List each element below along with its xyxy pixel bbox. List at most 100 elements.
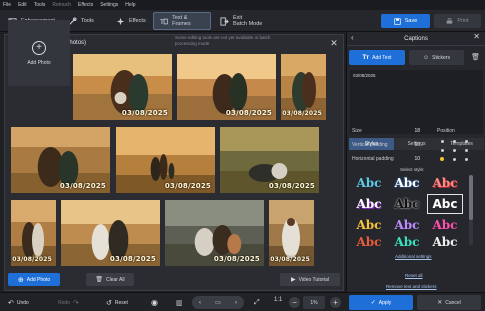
style-option-12[interactable]: Abc bbox=[427, 236, 463, 248]
add-photo-button-label: Add Photo bbox=[26, 276, 51, 283]
folder-icon[interactable]: ▭ bbox=[215, 299, 221, 306]
date-stamp: 03/08/2025 bbox=[121, 109, 168, 117]
photo-thumbnail-3[interactable]: 03/08/2025 bbox=[281, 54, 326, 120]
stickers-button[interactable]: ☺ Stickers bbox=[409, 50, 464, 65]
style-option-7[interactable]: Abc bbox=[351, 215, 387, 235]
size-label: Size bbox=[352, 128, 362, 134]
photo-thumbnail-2[interactable]: 03/08/2025 bbox=[177, 54, 276, 120]
style-option-9[interactable]: Abc bbox=[427, 215, 463, 235]
apply-button[interactable]: ✓ Apply bbox=[349, 295, 413, 310]
date-stamp: 03/08/2025 bbox=[282, 110, 322, 117]
position-center[interactable] bbox=[453, 149, 456, 152]
photo-thumbnail-8[interactable]: 03/08/2025 bbox=[61, 200, 160, 266]
print-button[interactable]: Print bbox=[434, 14, 481, 28]
bottom-bar: ↶ Undo Redo ↷ ↺ Reset ◉ ▥ ‹ ▭ › ⤢ 1:1 − … bbox=[0, 292, 485, 311]
fit-screen-button[interactable]: ⤢ bbox=[254, 296, 260, 309]
exit-batch-button[interactable]: Exit Batch Mode bbox=[214, 12, 268, 30]
undo-button[interactable]: ↶ Undo bbox=[8, 296, 29, 309]
photo-thumbnail-10[interactable]: 03/08/2025 bbox=[269, 200, 314, 266]
position-middle-right[interactable] bbox=[465, 149, 468, 152]
reset-button[interactable]: ↺ Reset bbox=[106, 296, 128, 309]
photo-thumbnail-7[interactable]: 03/08/2025 bbox=[11, 200, 56, 266]
photo-thumbnail-5[interactable]: 03/08/2025 bbox=[116, 127, 215, 193]
style-scrollbar[interactable] bbox=[469, 175, 473, 245]
position-middle-left[interactable] bbox=[441, 149, 444, 152]
vertical-padding-value[interactable]: 10 bbox=[406, 142, 420, 148]
add-photo-tile[interactable]: + Add Photo bbox=[8, 20, 70, 86]
ratio-button[interactable]: 1:1 bbox=[274, 297, 282, 303]
style-option-2[interactable]: Abc bbox=[389, 173, 425, 193]
add-text-button[interactable]: Tт Add Text bbox=[349, 50, 405, 65]
add-text-label: Add Text bbox=[372, 54, 392, 61]
fit-screen-icon: ⤢ bbox=[254, 298, 260, 306]
zoom-in-button[interactable]: + bbox=[330, 297, 341, 308]
save-button[interactable]: Save bbox=[381, 14, 430, 28]
preview-eye-button[interactable]: ◉ bbox=[151, 296, 158, 309]
position-top-center[interactable] bbox=[453, 140, 456, 143]
position-bottom-center[interactable] bbox=[453, 158, 456, 161]
trash-icon[interactable]: 🗑 bbox=[471, 53, 480, 61]
style-option-5[interactable]: Abc bbox=[389, 194, 425, 214]
menu-retouch[interactable]: Retouch bbox=[52, 2, 71, 8]
tab-text-frames[interactable]: T Text & Frames bbox=[153, 12, 211, 30]
position-top-left[interactable] bbox=[441, 140, 444, 143]
position-grid[interactable] bbox=[439, 138, 473, 164]
close-icon[interactable]: ✕ bbox=[329, 38, 339, 48]
photo-thumbnail-1[interactable]: 03/08/2025 bbox=[73, 54, 172, 120]
cancel-button[interactable]: ✕ Cancel bbox=[417, 295, 481, 310]
scrollbar-thumb[interactable] bbox=[469, 175, 473, 220]
redo-button[interactable]: Redo ↷ bbox=[58, 296, 79, 309]
position-bottom-left[interactable] bbox=[440, 157, 444, 161]
prev-icon[interactable]: ‹ bbox=[199, 300, 201, 306]
photo-thumbnail-6[interactable]: 03/08/2025 bbox=[220, 127, 319, 193]
style-option-3[interactable]: Abc bbox=[427, 173, 463, 193]
style-option-8[interactable]: Abc bbox=[389, 215, 425, 235]
next-icon[interactable]: › bbox=[235, 300, 237, 306]
tab-effects[interactable]: Effects bbox=[110, 12, 152, 30]
style-option-1[interactable]: Abc bbox=[351, 173, 387, 193]
style-option-4[interactable]: Abc bbox=[351, 194, 387, 214]
split-view-button[interactable]: ▥ bbox=[176, 296, 183, 309]
position-bottom-right[interactable] bbox=[465, 158, 468, 161]
tab-tools-label: Tools bbox=[81, 18, 94, 24]
horizontal-padding-value[interactable]: 10 bbox=[406, 156, 420, 162]
clear-all-button[interactable]: 🗑 Clear All bbox=[86, 273, 134, 286]
style-option-10[interactable]: Abc bbox=[351, 236, 387, 248]
back-arrow-icon[interactable]: ‹ bbox=[351, 33, 354, 42]
add-photo-tile-label: Add Photo bbox=[27, 59, 51, 66]
exit-icon bbox=[220, 16, 229, 26]
photo-thumbnail-9[interactable]: 03/08/2025 bbox=[165, 200, 264, 266]
check-icon: ✓ bbox=[370, 300, 376, 306]
close-icon[interactable]: ✕ bbox=[473, 32, 480, 41]
position-top-right[interactable] bbox=[465, 140, 468, 143]
menu-effects[interactable]: Effects bbox=[78, 2, 93, 8]
style-option-6[interactable]: Abc bbox=[427, 194, 463, 214]
plus-icon: + bbox=[32, 40, 46, 55]
add-photo-button[interactable]: ⊕ Add Photo bbox=[8, 273, 60, 286]
redo-label: Redo bbox=[58, 299, 70, 306]
sparkle-icon bbox=[116, 17, 125, 25]
zoom-level[interactable]: 1% bbox=[303, 296, 325, 309]
undo-label: Undo bbox=[16, 299, 29, 306]
text-frames-icon: T bbox=[160, 17, 168, 25]
captions-header: ‹ Captions ✕ bbox=[347, 32, 485, 46]
menu-edit[interactable]: Edit bbox=[18, 2, 27, 8]
style-option-11[interactable]: Abc bbox=[389, 236, 425, 248]
caption-text-field[interactable]: 03/08/2025 bbox=[350, 70, 483, 134]
vertical-padding-label: Vertical padding bbox=[352, 142, 388, 148]
reset-all-link[interactable]: Reset all bbox=[405, 273, 423, 278]
photo-thumbnail-4[interactable]: 03/08/2025 bbox=[11, 127, 110, 193]
menu-file[interactable]: File bbox=[3, 2, 11, 8]
clear-all-label: Clear All bbox=[106, 276, 125, 283]
video-tutorial-button[interactable]: ▶ Video Tutorial bbox=[280, 273, 340, 286]
date-stamp: 03/08/2025 bbox=[164, 182, 211, 190]
size-value[interactable]: 18 bbox=[406, 128, 420, 134]
additional-settings-link[interactable]: Additional settings bbox=[395, 254, 432, 259]
menu-help[interactable]: Help bbox=[125, 2, 135, 8]
captions-title: Captions bbox=[404, 35, 428, 42]
redo-icon: ↷ bbox=[72, 299, 79, 307]
menu-settings[interactable]: Settings bbox=[100, 2, 118, 8]
remove-text-link[interactable]: Remove text and stickers bbox=[386, 284, 437, 289]
menu-tools[interactable]: Tools bbox=[34, 2, 46, 8]
zoom-out-button[interactable]: − bbox=[289, 297, 300, 308]
